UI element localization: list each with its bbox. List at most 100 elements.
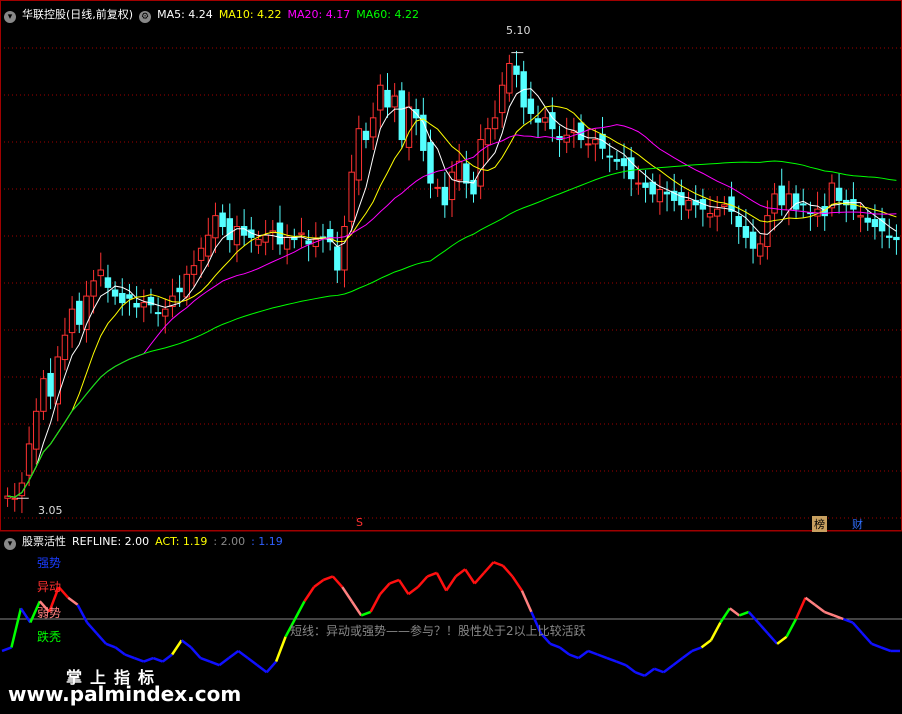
candle-body xyxy=(133,302,140,308)
candle-body xyxy=(663,191,671,195)
act-segment xyxy=(766,632,779,645)
act-segment xyxy=(577,649,589,660)
act-segment xyxy=(152,656,164,663)
act-segment xyxy=(823,610,835,617)
candle-body xyxy=(68,308,76,334)
indicator-note: 短线：异动或强势——参与？！股性处于2以上比较活跃 xyxy=(290,624,586,638)
candle-body xyxy=(886,235,893,238)
act-segment xyxy=(397,579,410,595)
candle-body xyxy=(183,273,191,298)
act-segment xyxy=(67,596,79,606)
act-segment xyxy=(473,572,486,585)
act-segment xyxy=(464,568,476,585)
act-segment xyxy=(256,664,268,674)
act-segment xyxy=(842,617,854,624)
act-segment xyxy=(871,642,882,649)
act-segment xyxy=(322,575,334,582)
act-segment xyxy=(709,621,722,641)
candle-body xyxy=(140,302,147,308)
candle-body xyxy=(778,185,785,206)
stock-chart[interactable] xyxy=(0,0,902,714)
candle-body xyxy=(835,187,843,201)
candle-body xyxy=(800,203,807,206)
act-segment xyxy=(625,664,637,674)
candle-body xyxy=(534,118,542,123)
act-segment xyxy=(757,621,769,635)
candle-body xyxy=(584,143,592,146)
act-segment xyxy=(247,657,258,667)
act-segment xyxy=(587,649,598,656)
candle-body xyxy=(341,226,348,271)
candle-body xyxy=(190,265,198,275)
watermark-url: www.palmindex.com xyxy=(8,682,242,706)
act-segment xyxy=(549,642,561,649)
candle-body xyxy=(162,308,169,317)
candle-body xyxy=(771,193,778,214)
act-segment xyxy=(200,656,211,663)
act-segment xyxy=(360,610,372,617)
candle-body xyxy=(627,157,635,180)
act-segment xyxy=(303,586,315,602)
candle-body xyxy=(47,372,54,397)
tag-bang[interactable]: 榜 xyxy=(812,516,827,532)
candle-body xyxy=(355,128,363,181)
candle-body xyxy=(649,181,656,195)
candle-body xyxy=(463,163,470,184)
candle-body xyxy=(348,171,355,222)
act-segment xyxy=(161,653,173,663)
act-segment xyxy=(124,653,135,660)
act-segment xyxy=(851,621,864,635)
act-segment xyxy=(237,649,249,660)
act-segment xyxy=(454,568,466,578)
act-segment xyxy=(389,578,400,585)
act-segment xyxy=(558,646,570,656)
candle-body xyxy=(656,189,664,203)
act-segment xyxy=(369,593,382,613)
candle-body xyxy=(642,182,649,188)
candle-body xyxy=(76,300,83,325)
act-segment xyxy=(341,586,353,602)
candle-body xyxy=(369,117,377,138)
candle-body xyxy=(498,84,506,114)
act-segment xyxy=(814,603,826,613)
act-segment xyxy=(143,656,154,663)
label-decline: 跌秃 xyxy=(37,630,62,644)
tag-cai[interactable]: 财 xyxy=(850,516,865,532)
candle-body xyxy=(527,98,535,114)
act-segment xyxy=(218,657,230,667)
label-abnormal: 异动 xyxy=(37,580,62,594)
candle-body xyxy=(742,226,750,238)
act-segment xyxy=(407,586,419,596)
candle-body xyxy=(491,117,499,130)
candle-body xyxy=(391,95,398,108)
marker-s[interactable]: S xyxy=(354,516,365,529)
candle-body xyxy=(678,192,685,206)
act-segment xyxy=(10,608,23,648)
act-segment xyxy=(86,621,98,635)
candle-body xyxy=(298,232,305,235)
act-segment xyxy=(880,646,891,653)
candle-body xyxy=(441,186,449,206)
candle-body xyxy=(749,231,757,249)
act-segment xyxy=(435,572,448,592)
act-segment xyxy=(672,657,684,667)
candle-body xyxy=(176,287,183,293)
act-segment xyxy=(445,575,457,592)
candle-body xyxy=(25,443,33,476)
candle-body xyxy=(685,199,692,211)
act-segment xyxy=(511,575,523,592)
act-segment xyxy=(691,646,702,653)
candle-body xyxy=(541,117,549,123)
act-segment xyxy=(379,582,391,595)
candle-body xyxy=(713,208,721,217)
candle-body xyxy=(97,269,104,277)
candle-body xyxy=(592,139,599,145)
candle-body xyxy=(197,247,205,261)
candle-body xyxy=(40,378,47,412)
act-segment xyxy=(502,564,514,578)
act-segment xyxy=(644,667,655,677)
candle-body xyxy=(477,139,484,187)
candle-body xyxy=(283,236,291,250)
candle-body xyxy=(205,234,212,257)
candle-body xyxy=(334,246,341,271)
